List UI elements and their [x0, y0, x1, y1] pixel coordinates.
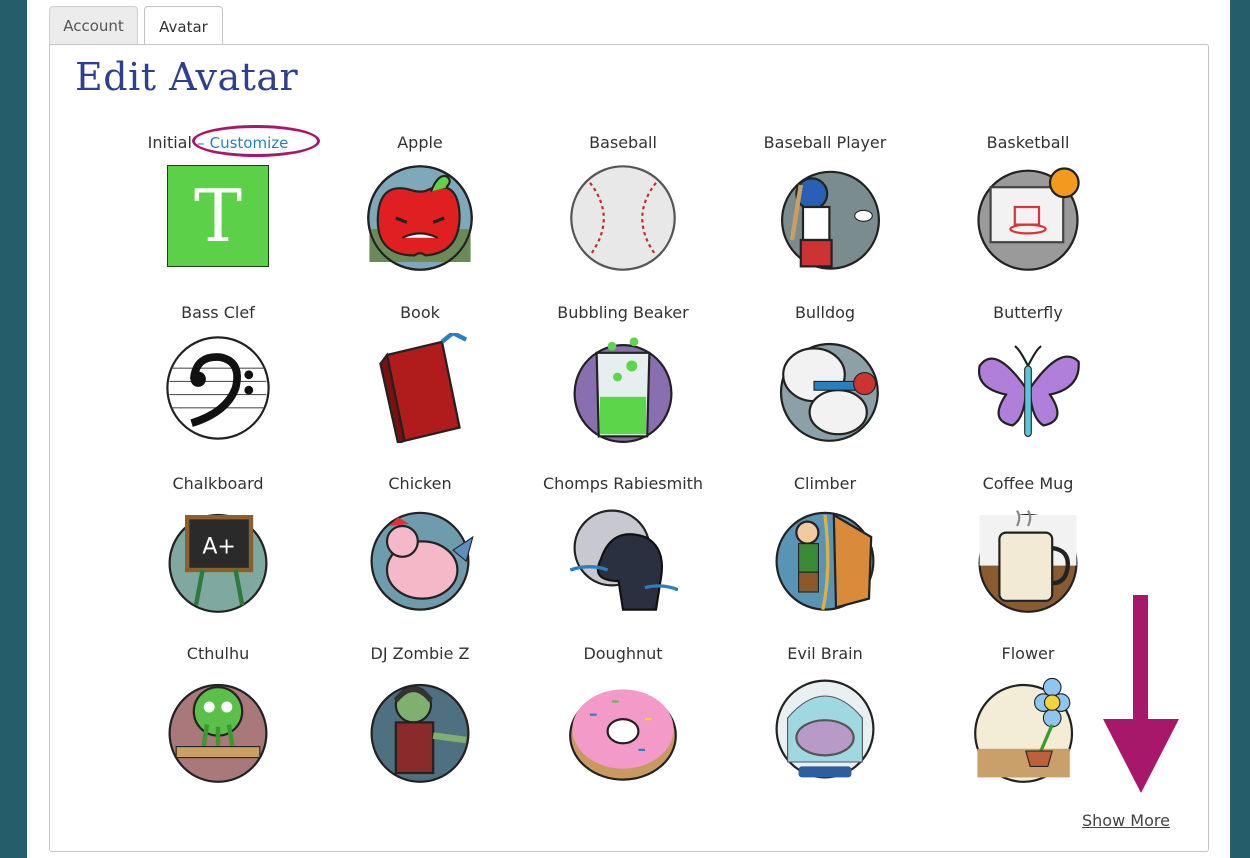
avatar-option[interactable]: Basketball [948, 133, 1108, 273]
page-title: Edit Avatar [75, 55, 299, 99]
flower-icon[interactable] [973, 674, 1083, 784]
chicken-icon[interactable] [365, 504, 475, 614]
coffee-mug-icon[interactable] [973, 504, 1083, 614]
avatar-label: Bulldog [794, 303, 856, 322]
book-icon[interactable] [365, 333, 475, 443]
avatar-option[interactable]: Cthulhu [138, 644, 298, 784]
avatar-label: DJ Zombie Z [370, 644, 470, 663]
avatar-label: Butterfly [993, 303, 1063, 322]
apple-icon[interactable] [365, 163, 475, 273]
avatar-option[interactable]: Coffee Mug [948, 474, 1108, 614]
butterfly-icon[interactable] [973, 333, 1083, 443]
page: Account Avatar Edit Avatar Initial – Cus… [27, 0, 1230, 858]
avatar-label: Cthulhu [186, 644, 250, 663]
avatar-option[interactable]: Evil Brain [745, 644, 905, 784]
avatar-option[interactable]: Bulldog [745, 303, 905, 443]
avatar-option[interactable]: Bubbling Beaker [543, 303, 703, 443]
avatar-label: Apple [397, 133, 443, 152]
baseball-icon[interactable] [568, 163, 678, 273]
avatar-option-initial: Initial – Customize T [138, 133, 298, 267]
baseball-player-icon[interactable] [770, 163, 880, 273]
brain-icon[interactable] [770, 674, 880, 784]
avatar-option[interactable]: Bass Clef [138, 303, 298, 443]
show-more-link[interactable]: Show More [1082, 811, 1170, 830]
avatar-label: Chicken [388, 474, 452, 493]
zombie-icon[interactable] [365, 674, 475, 784]
avatar-label: Basketball [986, 133, 1070, 152]
avatar-option[interactable]: Chicken [340, 474, 500, 614]
doughnut-icon[interactable] [568, 674, 678, 784]
customize-link[interactable]: Customize [210, 134, 289, 152]
basketball-icon[interactable] [973, 163, 1083, 273]
avatar-label: Bass Clef [181, 303, 255, 322]
avatar-option[interactable]: Doughnut [543, 644, 703, 784]
avatar-option[interactable]: DJ Zombie Z [340, 644, 500, 784]
avatar-option[interactable]: Baseball [543, 133, 703, 273]
avatar-label: Flower [1001, 644, 1055, 663]
avatar-label: Baseball [589, 133, 657, 152]
avatar-option[interactable]: Baseball Player [745, 133, 905, 273]
tab-account[interactable]: Account [49, 6, 138, 44]
avatar-label: Book [400, 303, 440, 322]
avatar-label: Doughnut [583, 644, 663, 663]
avatar-label: Baseball Player [763, 133, 887, 152]
avatar-label: Chomps Rabiesmith [543, 474, 704, 493]
avatar-option[interactable]: Apple [340, 133, 500, 273]
chalkboard-icon[interactable]: A+ [163, 504, 273, 614]
cthulhu-icon[interactable] [163, 674, 273, 784]
climber-icon[interactable] [770, 504, 880, 614]
separator: – [197, 134, 205, 152]
avatar-label: Bubbling Beaker [557, 303, 689, 322]
avatar-option[interactable]: Chalkboard A+ [138, 474, 298, 614]
initial-label-row: Initial – Customize [138, 133, 298, 153]
initial-avatar[interactable]: T [167, 165, 269, 267]
avatar-option[interactable]: Flower [948, 644, 1108, 784]
svg-text:A+: A+ [202, 535, 235, 560]
beaker-icon[interactable] [568, 333, 678, 443]
avatar-option[interactable]: Butterfly [948, 303, 1108, 443]
initial-label: Initial [147, 133, 192, 152]
tab-avatar[interactable]: Avatar [144, 6, 223, 46]
bulldog-icon[interactable] [770, 333, 880, 443]
bass-clef-icon[interactable] [163, 333, 273, 443]
avatar-label: Coffee Mug [982, 474, 1074, 493]
annotation-arrow [1103, 595, 1179, 793]
avatar-option[interactable]: Chomps Rabiesmith [543, 474, 703, 614]
werewolf-icon[interactable] [568, 504, 678, 614]
avatar-option[interactable]: Book [340, 303, 500, 443]
avatar-label: Climber [793, 474, 857, 493]
avatar-label: Evil Brain [787, 644, 863, 663]
avatar-label: Chalkboard [172, 474, 264, 493]
avatar-option[interactable]: Climber [745, 474, 905, 614]
avatar-panel: Edit Avatar Initial – Customize T Apple [49, 44, 1209, 852]
